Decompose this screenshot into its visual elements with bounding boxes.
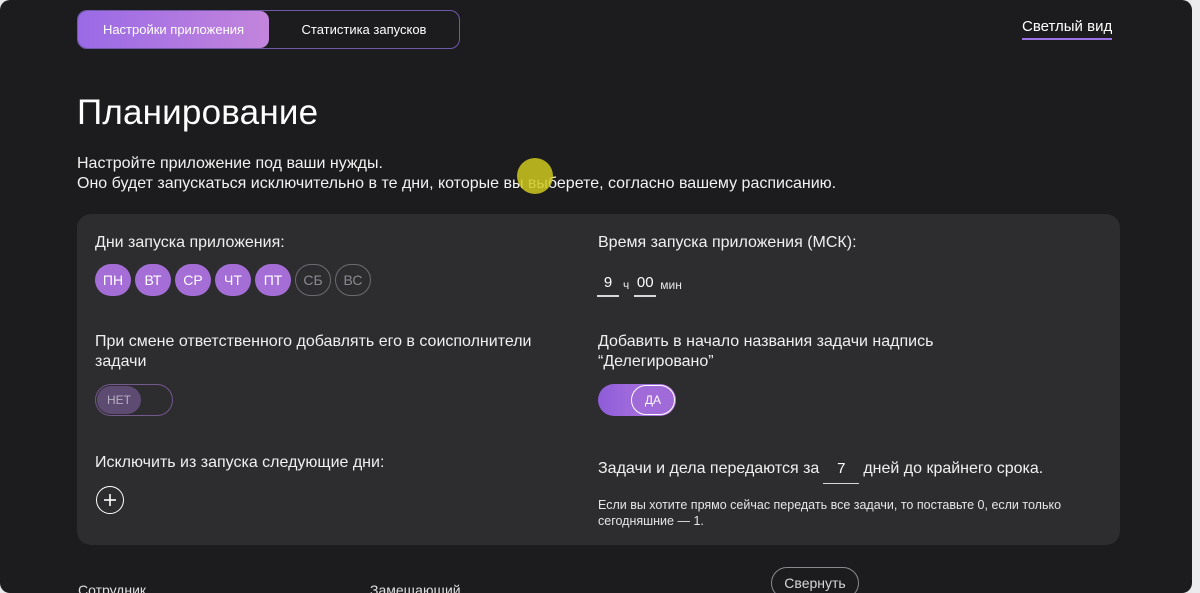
minutes-input[interactable]: 00 — [634, 270, 657, 297]
page-intro: Настройте приложение под ваши нужды. Оно… — [77, 154, 836, 194]
day-mon[interactable]: ПН — [95, 264, 131, 296]
launch-time: 9 ч 00 мин — [597, 270, 682, 297]
coexecutor-toggle[interactable]: НЕТ — [95, 384, 173, 416]
window-edge — [1192, 0, 1200, 593]
day-tue[interactable]: ВТ — [135, 264, 171, 296]
day-wed[interactable]: СР — [175, 264, 211, 296]
day-fri[interactable]: ПТ — [255, 264, 291, 296]
deadline-days-input[interactable]: 7 — [823, 454, 860, 484]
collapse-button[interactable]: Свернуть — [771, 567, 859, 593]
page-title: Планирование — [77, 93, 319, 132]
add-excluded-day-button[interactable] — [96, 486, 124, 514]
intro-line-2: Оно будет запускаться исключительно в те… — [77, 175, 837, 192]
delegated-label: Добавить в начало названия задачи надпис… — [598, 332, 933, 372]
column-employee: Сотрудник — [78, 582, 147, 593]
plus-icon — [104, 494, 116, 506]
deadline-suffix: дней до крайнего срока. — [863, 460, 1044, 477]
delegated-label-line-1: Добавить в начало названия задачи надпис… — [598, 333, 934, 350]
light-theme-link[interactable]: Светлый вид — [1022, 18, 1113, 40]
cursor-highlight — [517, 158, 553, 194]
minutes-unit: мин — [660, 278, 682, 292]
time-label: Время запуска приложения (МСК): — [598, 234, 857, 251]
weekday-picker: ПН ВТ СР ЧТ ПТ СБ ВС — [95, 264, 371, 296]
hours-unit: ч — [623, 278, 630, 292]
day-thu[interactable]: ЧТ — [215, 264, 251, 296]
day-sat[interactable]: СБ — [295, 264, 331, 296]
tab-app-settings[interactable]: Настройки приложения — [78, 11, 269, 48]
exclude-label: Исключить из запуска следующие дни: — [95, 454, 385, 471]
delegated-toggle[interactable]: ДА — [598, 384, 676, 416]
day-sun[interactable]: ВС — [335, 264, 371, 296]
deadline-note: Если вы хотите прямо сейчас передать все… — [598, 498, 1062, 528]
tab-bar: Настройки приложения Статистика запусков — [77, 10, 460, 49]
tab-launch-stats[interactable]: Статистика запусков — [269, 11, 459, 48]
column-substitute: Замещающий — [370, 582, 461, 593]
settings-panel: Дни запуска приложения: ПН ВТ СР ЧТ ПТ С… — [77, 214, 1120, 545]
intro-line-1: Настройте приложение под ваши нужды. — [77, 155, 383, 172]
delegated-toggle-label: ДА — [631, 385, 675, 415]
coexecutor-toggle-label: НЕТ — [97, 386, 141, 414]
hours-input[interactable]: 9 — [597, 270, 619, 297]
deadline-row: Задачи и дела передаются за 7 дней до кр… — [598, 454, 1043, 484]
days-label: Дни запуска приложения: — [95, 234, 285, 251]
coexecutor-label: При смене ответственного добавлять его в… — [95, 333, 532, 370]
app-window: Настройки приложения Статистика запусков… — [0, 0, 1192, 593]
deadline-prefix: Задачи и дела передаются за — [598, 460, 820, 477]
delegated-label-line-2: “Делегировано” — [598, 353, 714, 370]
